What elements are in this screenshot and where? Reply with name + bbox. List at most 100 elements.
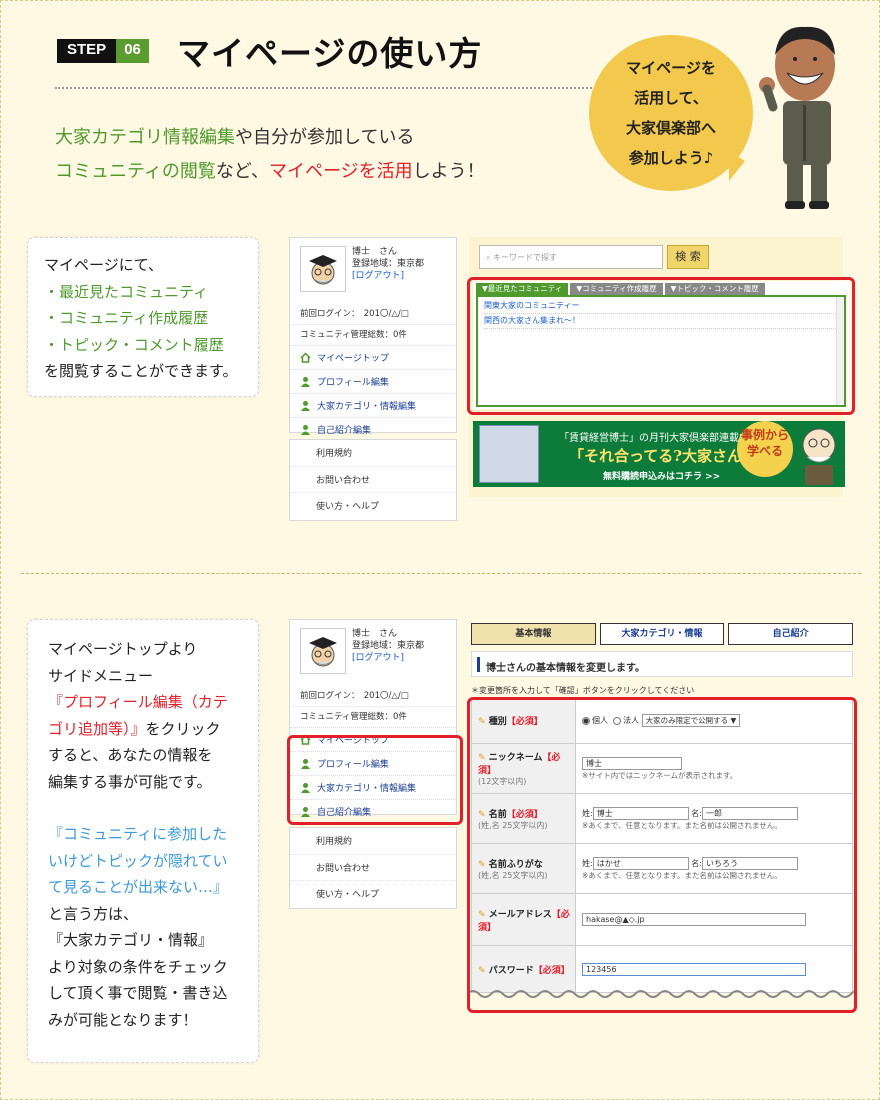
tab-basic-info[interactable]: 基本情報 bbox=[471, 623, 596, 645]
section2-desc-line: みが可能となります！ bbox=[48, 1010, 198, 1029]
sidebar-item-mypage-top[interactable]: マイページトップ bbox=[290, 345, 456, 369]
intro-line2-text: など、 bbox=[215, 161, 270, 182]
tab-self-intro[interactable]: 自己紹介 bbox=[728, 623, 854, 645]
step-label: STEP bbox=[57, 39, 117, 63]
section1-desc-line: を閲覧することができます。 bbox=[44, 362, 238, 380]
bubble-line4: 参加しよう♪ bbox=[628, 149, 714, 167]
highlight-frame-form bbox=[467, 697, 857, 1013]
banner-line1: 「賃貸経営博士」の月刊大家倶楽部連載中 bbox=[559, 433, 749, 444]
banner-line2: 「それ合ってる?大家さん」 bbox=[569, 447, 758, 465]
sidebar-item-category-edit[interactable]: 大家カテゴリ・情報編集 bbox=[290, 393, 456, 417]
magazine-banner[interactable]: 「賃貸経営博士」の月刊大家倶楽部連載中 「それ合ってる?大家さん」 無料購読申込… bbox=[473, 421, 845, 487]
form-instruction: ＊変更箇所を入力して「確認」ボタンをクリックしてください bbox=[471, 686, 695, 695]
user-icon bbox=[300, 424, 311, 435]
step-number: 06 bbox=[116, 39, 149, 63]
user-icon bbox=[300, 376, 311, 387]
sidebar-links: 利用規約 お問い合わせ 使い方・ヘルプ bbox=[289, 827, 457, 909]
section2-desc-line: 編集する事が可能です。 bbox=[48, 772, 212, 791]
section2-desc-line: サイドメニュー bbox=[48, 666, 154, 685]
user-profile: 博士 さん 登録地域：東京都 [ログアウト] bbox=[290, 238, 456, 296]
stamp-line1: 事例から bbox=[740, 428, 789, 442]
section1-description: マイページにて、 ・最近見たコミュニティ ・コミュニティ作成履歴 ・トピック・コ… bbox=[27, 237, 259, 397]
section2-desc-note: 『コミュニティに参加した bbox=[48, 825, 228, 843]
bubble-line1: マイページを bbox=[626, 59, 716, 77]
intro-highlight-community: コミュニティの閲覧 bbox=[55, 161, 216, 182]
intro-line1-text: や自分が参加している bbox=[235, 127, 415, 148]
menu-label: マイページトップ bbox=[317, 354, 389, 364]
section1-desc-item-recent: ・最近見たコミュニティ bbox=[44, 282, 209, 301]
banner-line3: 無料購読申込みはコチラ >> bbox=[603, 472, 721, 482]
user-region: 登録地域：東京都 bbox=[352, 259, 425, 269]
contact-link[interactable]: お問い合わせ bbox=[290, 854, 456, 880]
bubble-line2: 活用して、 bbox=[634, 89, 708, 107]
intro-highlight-category: 大家カテゴリ情報編集 bbox=[55, 127, 235, 148]
search-input[interactable]: ⌕ キーワードで探す bbox=[479, 245, 663, 269]
title-divider bbox=[55, 87, 615, 89]
avatar bbox=[300, 246, 346, 292]
section2-desc-line: をクリック bbox=[145, 719, 221, 738]
terms-link[interactable]: 利用規約 bbox=[290, 828, 456, 854]
user-name: 博士 さん bbox=[352, 247, 398, 257]
menu-label: 大家カテゴリ・情報編集 bbox=[317, 402, 417, 412]
search-icon: ⌕ bbox=[486, 253, 494, 262]
avatar bbox=[300, 628, 346, 674]
sidebar-item-profile-edit[interactable]: プロフィール編集 bbox=[290, 369, 456, 393]
intro-highlight-mypage: マイページを活用 bbox=[269, 161, 413, 182]
section-divider bbox=[21, 573, 861, 574]
page: STEP 06 マイページの使い方 大家カテゴリ情報編集や自分が参加している コ… bbox=[0, 0, 880, 1100]
section1-desc-item-topics: ・トピック・コメント履歴 bbox=[44, 335, 224, 354]
stamp-line2: 学べる bbox=[746, 444, 783, 458]
professor-avatar-icon bbox=[309, 637, 337, 667]
section2-desc-note: て見ることが出来ない…』 bbox=[48, 878, 229, 896]
terms-link[interactable]: 利用規約 bbox=[290, 440, 456, 466]
profile-tabs: 基本情報 大家カテゴリ・情報 自己紹介 bbox=[471, 623, 854, 645]
highlight-frame-history bbox=[467, 277, 855, 415]
search-placeholder: キーワードで探す bbox=[493, 253, 558, 262]
form-heading: 博士さんの基本情報を変更します。 bbox=[471, 651, 853, 677]
bubble-line3: 大家倶楽部へ bbox=[625, 119, 716, 137]
section2-desc-line: して頂く事で閲覧・書き込 bbox=[48, 984, 228, 1002]
intro-line2-end: しよう！ bbox=[412, 161, 485, 182]
home-icon bbox=[300, 352, 311, 363]
sidebar-item-intro-edit[interactable]: 自己紹介編集 bbox=[290, 417, 456, 441]
user-icon bbox=[300, 400, 311, 411]
section1-desc-item-created: ・コミュニティ作成履歴 bbox=[44, 309, 209, 327]
menu-label: 自己紹介編集 bbox=[317, 426, 372, 436]
user-name: 博士 さん bbox=[352, 629, 398, 639]
help-link[interactable]: 使い方・ヘルプ bbox=[290, 880, 456, 906]
user-profile: 博士 さん 登録地域：東京都 [ログアウト] bbox=[290, 620, 456, 678]
menu-label: プロフィール編集 bbox=[317, 378, 389, 388]
section2-desc-line: より対象の条件をチェック bbox=[48, 957, 228, 976]
bubble-tail bbox=[729, 151, 745, 181]
logout-link[interactable]: [ログアウト] bbox=[352, 652, 424, 664]
last-login: 前回ログイン： 201〇/△/□ bbox=[300, 691, 409, 701]
section2-desc-line: 『大家カテゴリ・情報』 bbox=[48, 931, 214, 949]
professor-illustration bbox=[802, 428, 836, 485]
section2-desc-line: マイページトップより bbox=[48, 640, 198, 658]
user-region: 登録地域：東京都 bbox=[352, 641, 425, 651]
section2-desc-line: と言う方は、 bbox=[48, 904, 139, 923]
banner-stamp: 事例から 学べる bbox=[737, 421, 793, 477]
community-count: コミュニティ管理総数：0件 bbox=[290, 324, 456, 345]
professor-avatar-icon bbox=[309, 255, 337, 285]
highlight-frame-menu bbox=[287, 735, 463, 825]
page-title: マイページの使い方 bbox=[177, 34, 483, 73]
section2-desc-highlight: ゴリ追加等）』 bbox=[48, 719, 146, 738]
section2-description: マイページトップより サイドメニュー 『プロフィール編集（カテ ゴリ追加等）』を… bbox=[27, 619, 259, 1063]
intro-text: 大家カテゴリ情報編集や自分が参加している コミュニティの閲覧など、マイページを活… bbox=[55, 121, 485, 189]
magazine-cover-image bbox=[479, 425, 539, 483]
section2-desc-note: いけどトピックが隠れてい bbox=[48, 851, 228, 870]
section2-desc-line: すると、あなたの情報を bbox=[48, 746, 213, 764]
contact-link[interactable]: お問い合わせ bbox=[290, 466, 456, 492]
community-count: コミュニティ管理総数：0件 bbox=[290, 706, 456, 727]
section2-desc-highlight: 『プロフィール編集（カテ bbox=[48, 693, 228, 711]
section1-desc-line: マイページにて、 bbox=[44, 256, 163, 274]
tab-category-info[interactable]: 大家カテゴリ・情報 bbox=[599, 623, 725, 645]
search-button[interactable]: 検 索 bbox=[667, 245, 709, 269]
logout-link[interactable]: [ログアウト] bbox=[352, 270, 424, 282]
step-badge: STEP 06 bbox=[57, 39, 149, 63]
last-login: 前回ログイン： 201〇/△/□ bbox=[300, 309, 409, 319]
help-link[interactable]: 使い方・ヘルプ bbox=[290, 492, 456, 518]
mascot-man-illustration bbox=[759, 26, 835, 209]
sidebar-links: 利用規約 お問い合わせ 使い方・ヘルプ bbox=[289, 439, 457, 521]
